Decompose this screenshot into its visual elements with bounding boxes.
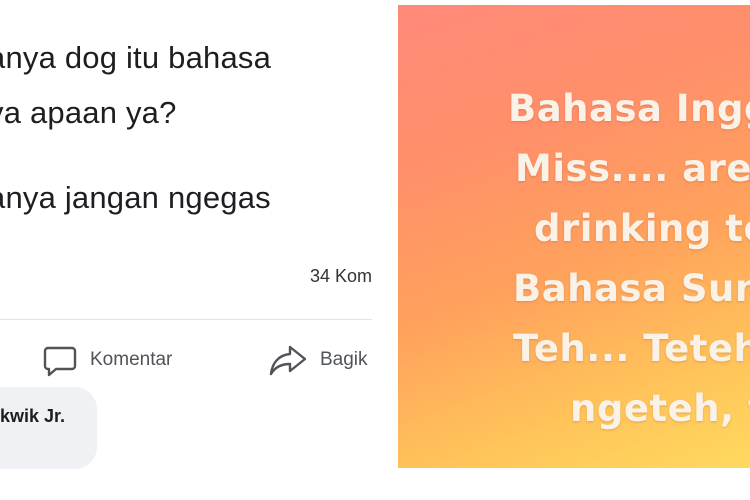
comment-bubble (0, 387, 97, 469)
share-arrow-icon (268, 342, 308, 378)
action-divider (0, 319, 372, 320)
facebook-post-screenshot: anya dog itu bahasa ya apaan ya? anya ja… (0, 0, 382, 500)
comment-author-name[interactable]: kwik Jr. (0, 406, 65, 427)
meme-text-line-3: drinking te (534, 207, 750, 250)
meme-text-line-6: ngeteh, te (570, 387, 750, 430)
comment-count-link[interactable]: 34 Kom (310, 266, 372, 287)
share-button[interactable]: Bagik (268, 340, 368, 380)
post-text-line-3: anya jangan ngegas (0, 180, 271, 215)
comment-button-label: Komentar (90, 349, 173, 370)
meme-text-line-4: Bahasa Sun (513, 267, 750, 310)
meme-text-line-5: Teh... Teteh (513, 327, 750, 370)
post-text-line-1: anya dog itu bahasa (0, 40, 272, 75)
meme-text-line-1: Bahasa Ingg (508, 87, 750, 130)
meme-text-line-2: Miss.... are (515, 147, 750, 190)
meme-image: Bahasa Ingg Miss.... are drinking te Bah… (398, 5, 750, 468)
post-text-line-2: ya apaan ya? (0, 95, 177, 130)
share-button-label: Bagik (320, 349, 368, 370)
comment-bubble-icon (42, 342, 78, 378)
comment-button[interactable]: Komentar (42, 340, 172, 380)
